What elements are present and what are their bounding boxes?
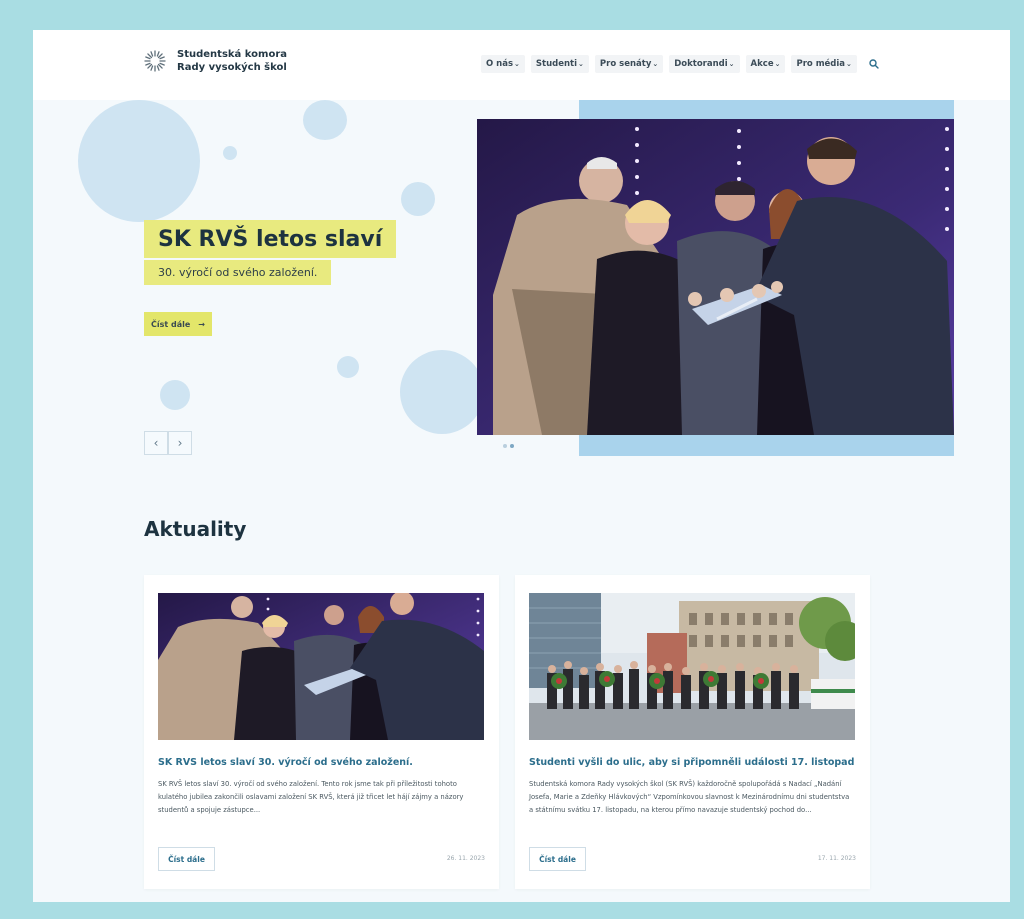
nav-label: Akce [750,59,774,69]
decor-bubble [400,350,484,434]
chevron-down-icon: ⌄ [728,60,735,68]
logo-wordmark: Studentská komora Rady vysokých škol [177,48,287,74]
slider-dot[interactable] [503,444,507,448]
browser-page: Studentská komora Rady vysokých škol O n… [33,30,1010,902]
chevron-right-icon: › [177,436,183,450]
slider-next-button[interactable]: › [168,431,192,455]
nav-label: Pro senáty [599,59,652,69]
nav-label: O nás [486,59,514,69]
hero-photo[interactable] [477,119,954,435]
news-card-image[interactable] [158,593,484,740]
arrow-right-icon: → [198,319,205,329]
decor-bubble [303,100,347,140]
news-card-date: 26. 11. 2023 [446,855,485,862]
chevron-down-icon: ⌄ [514,60,520,68]
news-card-excerpt: Studentská komora Rady vysokých škol (SK… [529,780,850,814]
news-section-title: Aktuality [144,517,247,541]
search-icon [869,59,879,69]
ceremony-celebration-photo [477,119,954,435]
hero-title-box: SK RVŠ letos slaví [144,220,397,258]
site-header: Studentská komora Rady vysokých škol O n… [33,30,1010,100]
news-card: Studenti vyšli do ulic, aby si připomněl… [515,575,870,889]
nav-item-doktorandi[interactable]: Doktorandi⌄ [669,55,740,73]
chevron-down-icon: ⌄ [652,60,659,68]
news-card-title[interactable]: Studenti vyšli do ulic, aby si připomněl… [529,757,855,768]
slider-dot-active[interactable] [510,444,514,448]
news-card-image[interactable] [529,593,855,740]
logo-line-2: Rady vysokých škol [177,62,287,73]
chevron-down-icon: ⌄ [846,60,852,68]
news-card-read-more-button[interactable]: Číst dále [158,847,215,871]
news-card-date: 17. 11. 2023 [817,855,856,862]
chevron-down-icon: ⌄ [578,60,584,68]
ceremony-photo [158,593,484,740]
nav-label: Studenti [535,59,578,69]
nav-item-studenti[interactable]: Studenti⌄ [530,55,589,73]
decor-bubble [223,146,237,160]
hero-subtitle: 30. výročí od svého založení. [158,266,318,279]
nav-item-pro-media[interactable]: Pro média⌄ [791,55,857,73]
nav-item-pro-senaty[interactable]: Pro senáty⌄ [594,55,664,73]
decor-bubble [401,182,435,216]
nav-label: Pro média [796,59,846,69]
slider-dots [503,444,514,448]
decor-bubble [160,380,190,410]
chevron-down-icon: ⌄ [774,60,781,68]
news-card-title[interactable]: SK RVŠ letos slaví 30. výročí od svého z… [158,757,484,768]
nav-item-o-nas[interactable]: O nás⌄ [481,55,525,73]
site-logo[interactable]: Studentská komora Rady vysokých škol [143,48,287,74]
student-march-photo [529,593,855,740]
search-button[interactable] [865,55,883,73]
chevron-left-icon: ‹ [153,436,159,450]
nav-item-akce[interactable]: Akce⌄ [745,55,786,73]
news-card-read-more-button[interactable]: Číst dále [529,847,586,871]
starburst-logo-icon [144,50,166,72]
hero-read-more-button[interactable]: Číst dále → [144,312,212,336]
news-card: SK RVŠ letos slaví 30. výročí od svého z… [144,575,499,889]
news-card-excerpt: SK RVŠ letos slaví 30. výročí od svého z… [158,780,464,814]
hero-read-more-label: Číst dále [151,319,191,329]
nav-label: Doktorandi [674,59,728,69]
logo-line-1: Studentská komora [177,49,287,60]
decor-bubble [337,356,359,378]
decor-bubble [78,100,200,222]
hero-title: SK RVŠ letos slaví [158,227,383,252]
slider-arrows: ‹ › [144,431,192,455]
hero-slider: SK RVŠ letos slaví 30. výročí od svého z… [33,100,1010,490]
hero-subtitle-box: 30. výročí od svého založení. [144,260,332,285]
slider-prev-button[interactable]: ‹ [144,431,168,455]
main-nav: O nás⌄ Studenti⌄ Pro senáty⌄ Doktorandi⌄… [481,55,883,73]
